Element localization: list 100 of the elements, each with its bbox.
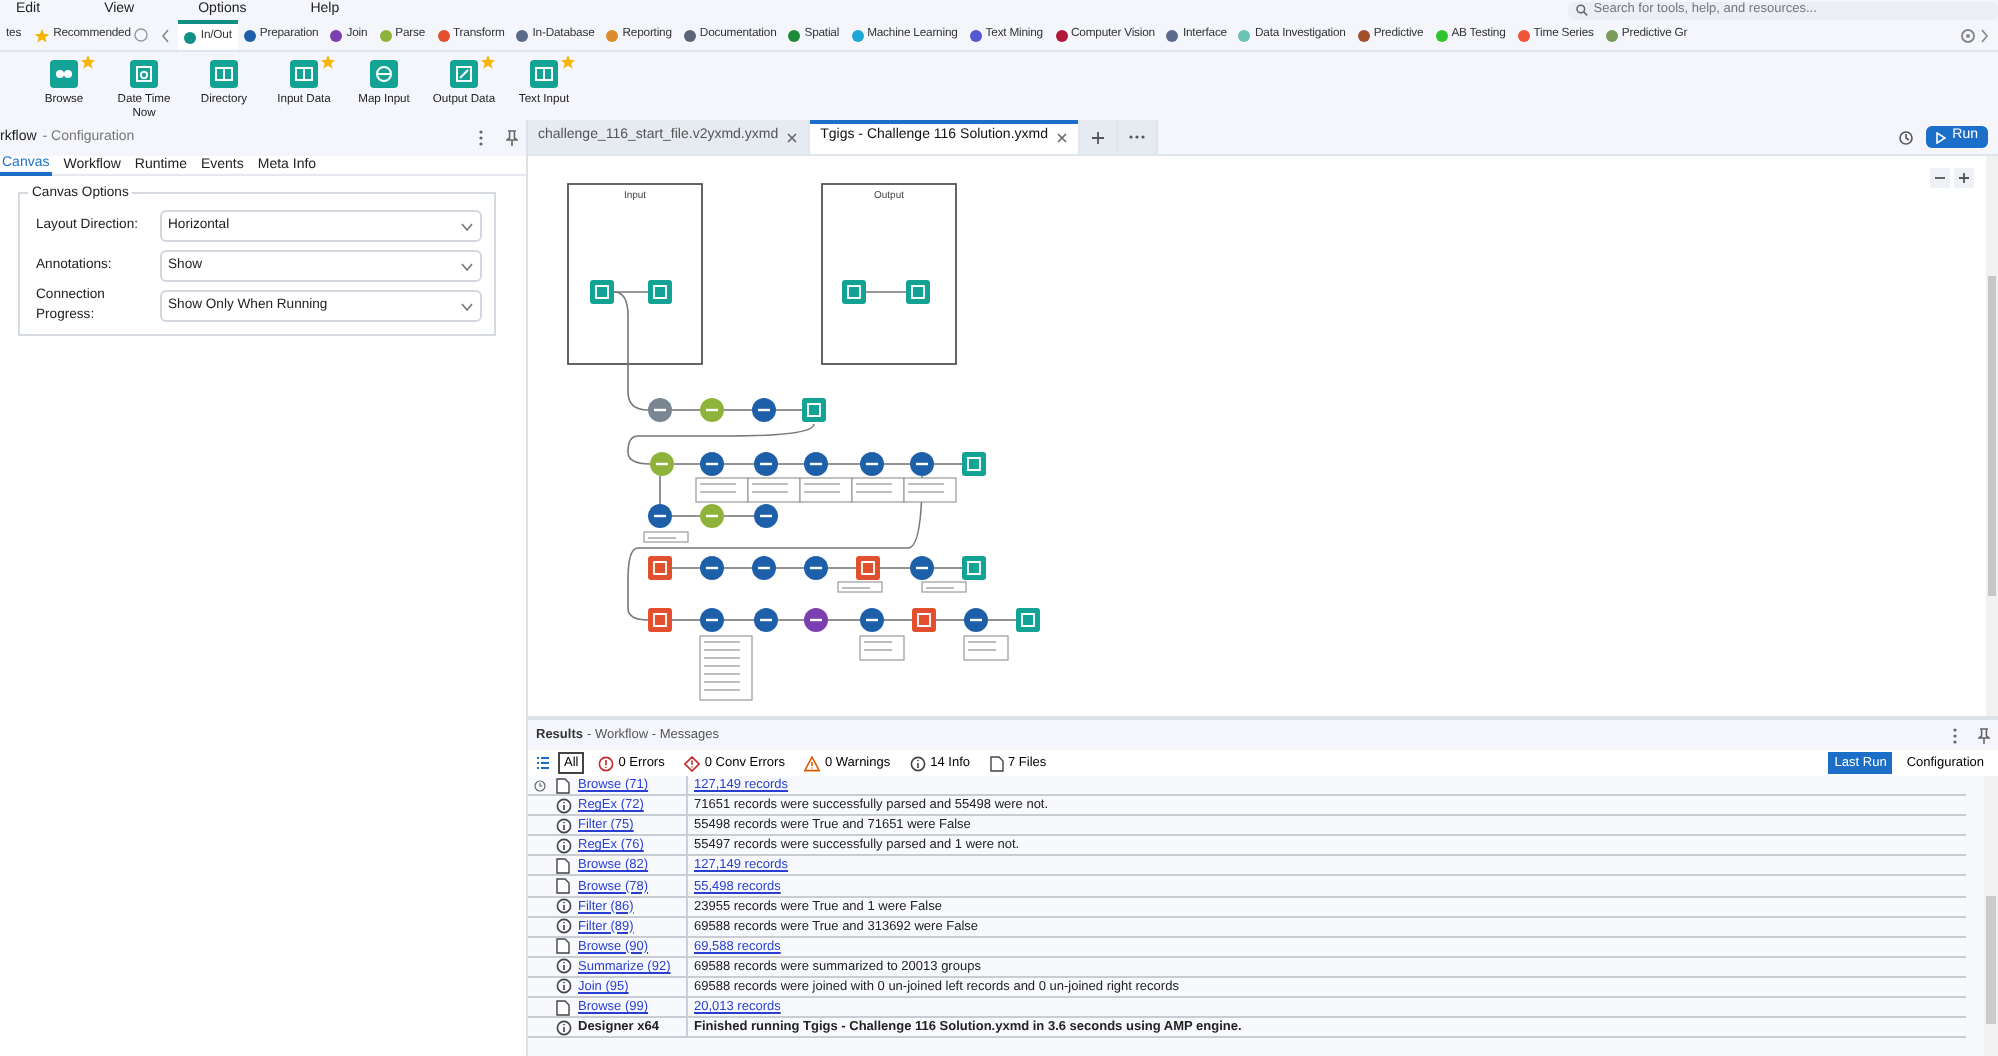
plus-icon[interactable] xyxy=(1090,129,1106,145)
error-icon xyxy=(684,755,701,771)
annotation-drawing xyxy=(799,477,853,503)
info-icon xyxy=(555,1019,571,1036)
tool-icon xyxy=(50,60,78,88)
tool-node[interactable] xyxy=(752,398,776,422)
tool-node[interactable] xyxy=(912,608,936,632)
star-icon xyxy=(33,27,50,43)
tool-node[interactable] xyxy=(754,452,778,476)
annotation-drawing xyxy=(859,635,905,661)
tool-node[interactable] xyxy=(648,608,672,632)
tool-node[interactable] xyxy=(700,556,724,580)
container-box[interactable] xyxy=(567,183,703,365)
zoom-in-button[interactable] xyxy=(1954,168,1974,188)
tool-icon xyxy=(530,60,558,88)
pin-icon[interactable] xyxy=(506,130,518,146)
settings-icon[interactable] xyxy=(1960,27,1976,43)
connector-line xyxy=(865,291,907,293)
close-icon[interactable] xyxy=(1056,131,1068,143)
tool-node[interactable] xyxy=(804,608,828,632)
more-options-icon[interactable] xyxy=(1128,134,1146,140)
tool-node[interactable] xyxy=(910,556,934,580)
info-icon xyxy=(555,837,571,854)
chevron-left-icon[interactable] xyxy=(160,27,173,43)
play-icon xyxy=(1936,131,1947,143)
connector-line xyxy=(933,463,963,465)
info-icon xyxy=(555,918,571,935)
annotation-drawing xyxy=(837,581,883,593)
zoom-out-button[interactable] xyxy=(1930,168,1950,188)
connector-line xyxy=(827,463,861,465)
container-box[interactable] xyxy=(821,183,957,365)
info-icon xyxy=(555,978,571,995)
info-icon xyxy=(555,958,571,975)
tool-node[interactable] xyxy=(842,280,866,304)
tool-node[interactable] xyxy=(700,504,724,528)
tool-node[interactable] xyxy=(700,452,724,476)
info-icon xyxy=(134,28,149,42)
tool-node[interactable] xyxy=(962,556,986,580)
minus-icon xyxy=(1934,172,1946,184)
connector-line xyxy=(671,409,701,411)
tool-node[interactable] xyxy=(648,504,672,528)
tool-node[interactable] xyxy=(804,556,828,580)
document-icon xyxy=(990,755,1004,771)
tool-node[interactable] xyxy=(754,504,778,528)
tool-node[interactable] xyxy=(802,398,826,422)
tool-node[interactable] xyxy=(1016,608,1040,632)
scroll-bar[interactable] xyxy=(1986,156,1998,716)
tool-icon xyxy=(130,60,158,88)
tool-node[interactable] xyxy=(962,452,986,476)
tool-icon xyxy=(450,60,478,88)
tool-node[interactable] xyxy=(964,608,988,632)
more-options-icon[interactable] xyxy=(478,130,484,146)
tool-node[interactable] xyxy=(910,452,934,476)
tool-icon xyxy=(290,60,318,88)
annotation-drawing xyxy=(747,477,801,503)
chevron-right-icon[interactable] xyxy=(1976,27,1992,43)
connector-line xyxy=(987,619,1017,621)
tool-node[interactable] xyxy=(754,608,778,632)
tool-node[interactable] xyxy=(648,280,672,304)
warning-icon xyxy=(804,755,821,771)
tool-node[interactable] xyxy=(804,452,828,476)
list-icon[interactable] xyxy=(536,756,550,770)
annotation-drawing xyxy=(963,635,1009,661)
search-icon xyxy=(1576,4,1588,16)
info-icon xyxy=(555,817,571,834)
document-icon xyxy=(556,999,570,1016)
tool-node[interactable] xyxy=(700,398,724,422)
annotation-drawing xyxy=(851,477,905,503)
tool-node[interactable] xyxy=(906,280,930,304)
tool-icon xyxy=(370,60,398,88)
tool-node[interactable] xyxy=(700,608,724,632)
more-options-icon[interactable] xyxy=(1952,727,1958,743)
close-icon[interactable] xyxy=(786,131,799,143)
history-icon[interactable] xyxy=(1898,130,1915,146)
info-icon xyxy=(555,898,571,915)
tool-node[interactable] xyxy=(648,556,672,580)
annotation-drawing xyxy=(921,581,967,593)
connector-line xyxy=(935,619,965,621)
tool-node[interactable] xyxy=(860,608,884,632)
info-icon xyxy=(910,755,927,771)
tool-node[interactable] xyxy=(860,452,884,476)
connector-line xyxy=(775,409,803,411)
plus-icon xyxy=(1958,172,1970,184)
error-icon xyxy=(598,755,615,771)
chevron-down-icon xyxy=(460,301,474,311)
scroll-bar[interactable] xyxy=(1984,776,1998,1056)
annotation-drawing xyxy=(695,477,749,503)
tool-icon xyxy=(210,60,238,88)
tool-node[interactable] xyxy=(752,556,776,580)
connector-line xyxy=(933,567,963,569)
document-icon xyxy=(556,938,570,955)
connector-line xyxy=(723,409,753,411)
tool-node[interactable] xyxy=(590,280,614,304)
tool-node[interactable] xyxy=(650,452,674,476)
tool-node[interactable] xyxy=(856,556,880,580)
tool-node[interactable] xyxy=(648,398,672,422)
chevron-down-icon xyxy=(460,261,474,271)
connector-line xyxy=(883,463,911,465)
info-icon xyxy=(555,797,571,814)
pin-icon[interactable] xyxy=(1978,727,1990,743)
